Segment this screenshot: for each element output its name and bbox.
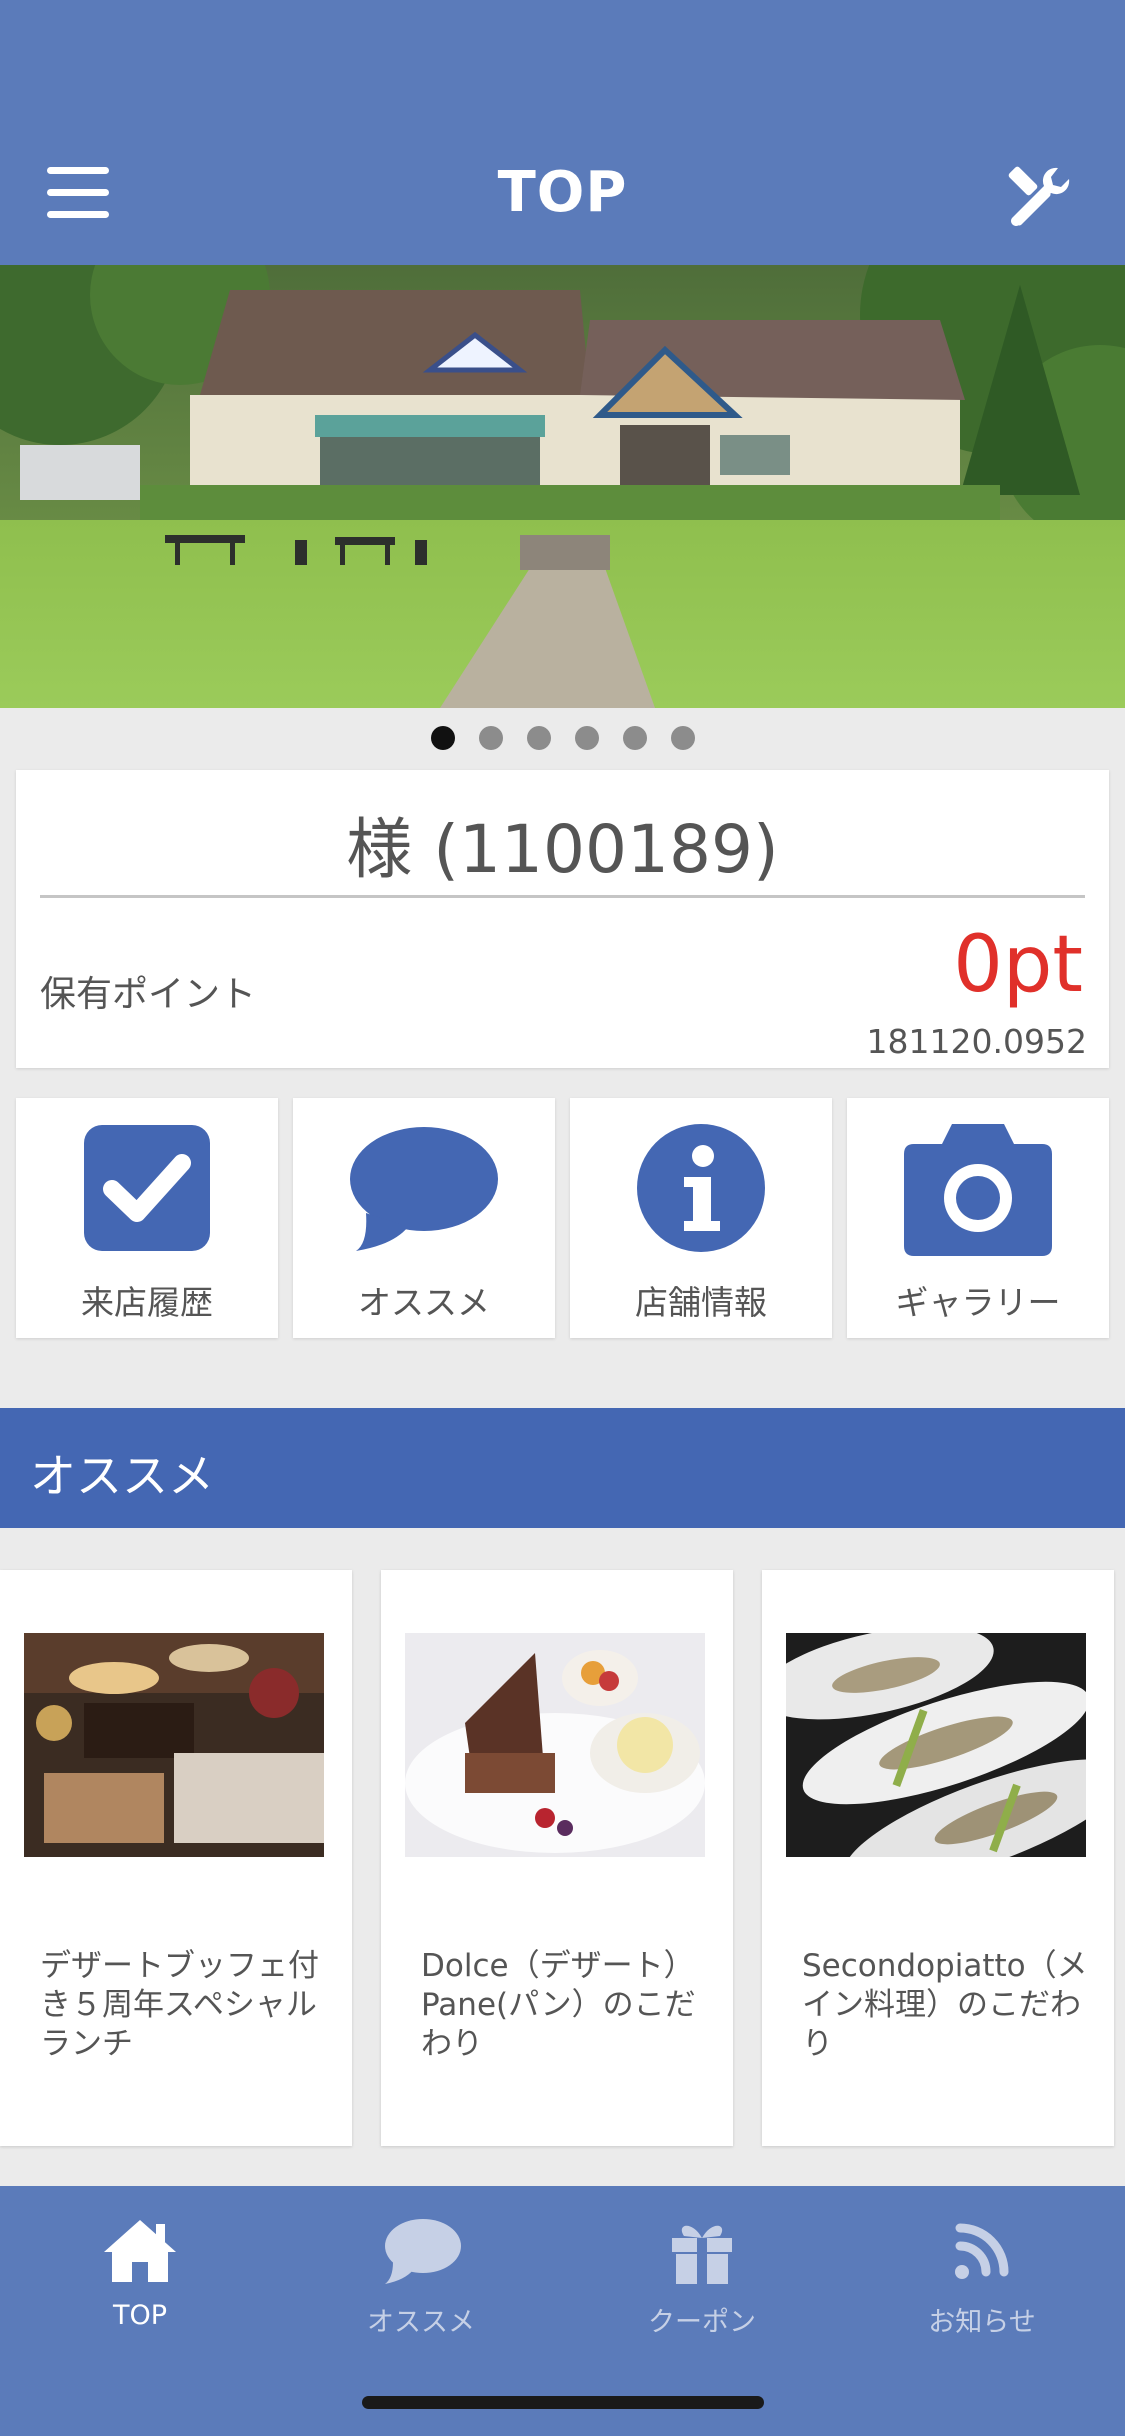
hero-image[interactable] [0, 265, 1125, 708]
points-label: 保有ポイント [40, 974, 257, 1015]
tile-visit-history[interactable]: 来店履歴 [16, 1098, 278, 1338]
tab-label: オススメ [367, 2307, 475, 2338]
carousel-dot[interactable] [622, 726, 647, 750]
tile-store-info[interactable]: 店舗情報 [570, 1098, 832, 1338]
app-header: TOP [0, 0, 1125, 265]
recommend-card[interactable]: Secondopiatto（メイン料理）のこだわり [762, 1570, 1114, 2146]
tile-gallery[interactable]: ギャラリー [847, 1098, 1109, 1338]
tab-label: TOP [112, 2300, 168, 2331]
tile-label: 店舗情報 [635, 1283, 767, 1322]
carousel-dot[interactable] [670, 726, 695, 750]
divider [40, 895, 1085, 898]
member-name: 様 (1100189) [346, 811, 779, 888]
speech-bubble-icon [385, 2219, 461, 2284]
recommend-card-text: Secondopiatto（メイン料理）のこだわり [802, 1948, 1088, 2062]
rss-icon [955, 2223, 1009, 2279]
checkbox-check-icon [16, 1118, 278, 1258]
recommend-card[interactable]: デザートブッフェ付き５周年スペシャルランチ [0, 1570, 352, 2146]
carousel-dot[interactable] [526, 726, 551, 750]
tools-icon[interactable] [1000, 160, 1072, 232]
page-title: TOP [497, 160, 628, 225]
member-card: 様 (1100189) 保有ポイント 0pt 181120.0952 [16, 770, 1109, 1068]
home-icon [104, 2220, 176, 2282]
member-date: 181120.0952 [866, 1022, 1087, 1061]
tab-label: お知らせ [928, 2307, 1036, 2338]
main-dish-photo [786, 1633, 1086, 1857]
carousel-dots [0, 726, 1125, 750]
dessert-plate-photo [405, 1633, 705, 1857]
recommend-card-text: Dolce（デザート）Pane(パン）のこだわり [421, 1948, 696, 2062]
speech-bubble-icon [293, 1118, 555, 1258]
camera-icon [847, 1118, 1109, 1258]
gift-icon [672, 2225, 732, 2284]
recommend-card-text: デザートブッフェ付き５周年スペシャルランチ [40, 1948, 319, 2062]
tab-coupon[interactable]: クーポン [602, 2216, 802, 2356]
tile-recommend[interactable]: オススメ [293, 1098, 555, 1338]
section-title: オススメ [30, 1449, 214, 1503]
dessert-buffet-photo [24, 1633, 324, 1857]
tile-label: 来店履歴 [81, 1283, 213, 1322]
points-value: 0pt [953, 920, 1083, 1010]
tab-recommend[interactable]: オススメ [321, 2216, 521, 2356]
info-icon [570, 1118, 832, 1258]
tile-label: オススメ [358, 1283, 490, 1322]
tab-top[interactable]: TOP [40, 2216, 240, 2356]
tab-label: クーポン [648, 2307, 756, 2338]
tab-news[interactable]: お知らせ [882, 2216, 1082, 2356]
home-indicator [362, 2396, 764, 2409]
carousel-dot[interactable] [574, 726, 599, 750]
carousel-dot[interactable] [430, 726, 455, 750]
recommend-section-header: オススメ [0, 1408, 1125, 1528]
carousel-dot[interactable] [478, 726, 503, 750]
recommend-card[interactable]: Dolce（デザート）Pane(パン）のこだわり [381, 1570, 733, 2146]
tile-label: ギャラリー [895, 1283, 1061, 1322]
